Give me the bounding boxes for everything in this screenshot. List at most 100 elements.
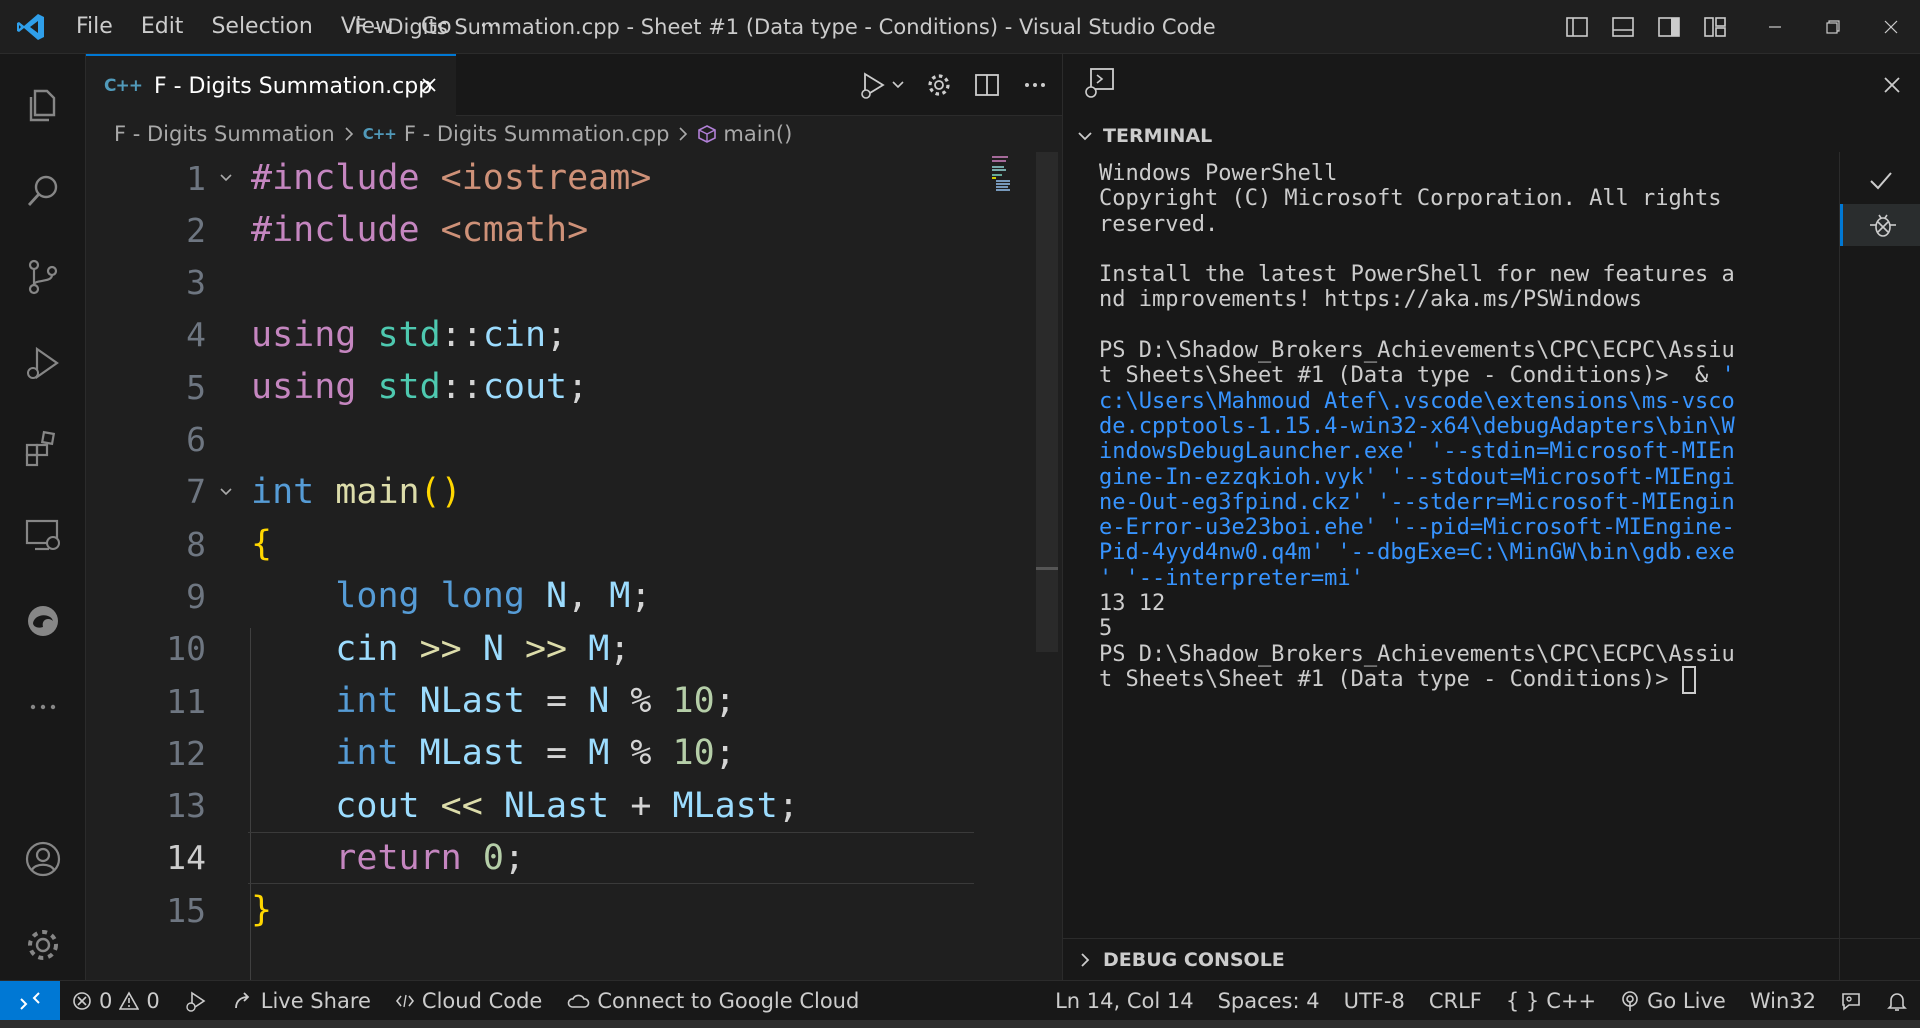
code-line[interactable]: 9 long long N, M;	[86, 570, 986, 622]
terminal-output[interactable]: Windows PowerShell Copyright (C) Microsof…	[1099, 158, 1829, 858]
editor-scrollbar[interactable]	[1036, 152, 1058, 652]
code-line[interactable]: 2 #include <cmath>	[86, 204, 986, 256]
code-line[interactable]: 8{	[86, 518, 986, 570]
code-line[interactable]: 11 int NLast = N % 10;	[86, 675, 986, 727]
breadcrumb-folder[interactable]: F - Digits Summation	[114, 122, 335, 146]
code-line[interactable]: 4 using std::cin;	[86, 309, 986, 361]
breadcrumb-symbol[interactable]: main()	[723, 122, 792, 146]
chevron-right-icon	[677, 125, 689, 143]
debug-console-section-header[interactable]: DEBUG CONSOLE	[1063, 938, 1920, 980]
source-control-icon[interactable]	[0, 234, 86, 320]
toggle-primary-sidebar-icon[interactable]	[1560, 10, 1594, 44]
extensions-icon[interactable]	[0, 406, 86, 492]
minimize-icon[interactable]	[1746, 0, 1804, 54]
search-icon[interactable]	[0, 148, 86, 234]
terminal-line: gine-In-ezzqkioh.vyk' '--stdout=Microsof…	[1099, 462, 1829, 490]
terminal-text: PS D:\Shadow_Brokers_Achievements\CPC\EC…	[1099, 641, 1735, 667]
notifications-bell-icon[interactable]	[1874, 981, 1920, 1021]
code-line[interactable]: 13 cout << NLast + MLast;	[86, 780, 986, 832]
code-line[interactable]: 5 using std::cout;	[86, 361, 986, 413]
code-text: return 0;	[251, 838, 525, 878]
code-line[interactable]: 3	[86, 257, 986, 309]
code-line[interactable]: 14 return 0;	[86, 832, 986, 884]
close-panel-icon[interactable]	[1875, 68, 1909, 102]
debug-terminal-icon[interactable]	[1840, 204, 1920, 246]
indentation[interactable]: Spaces: 4	[1206, 981, 1332, 1021]
google-cloud-button[interactable]: Connect to Google Cloud	[554, 981, 871, 1021]
code-token: ;	[546, 314, 568, 355]
braces-icon: { }	[1505, 989, 1540, 1013]
settings-gear-icon[interactable]	[922, 68, 956, 102]
code-token: >>	[524, 628, 589, 669]
menu-item-file[interactable]: File	[62, 0, 127, 54]
breadcrumb-file[interactable]: F - Digits Summation.cpp	[404, 122, 670, 146]
fold-chevron-down-icon[interactable]	[216, 484, 236, 500]
language-label: C++	[1546, 989, 1597, 1013]
terminal-debug-icon[interactable]	[1083, 66, 1117, 100]
code-token: ;	[609, 628, 631, 669]
remote-explorer-icon[interactable]	[0, 492, 86, 578]
close-tab-icon[interactable]	[416, 72, 442, 98]
menu-item-view[interactable]: View	[327, 0, 407, 54]
menu-item-edit[interactable]: Edit	[127, 0, 198, 54]
check-icon[interactable]	[1840, 160, 1920, 202]
cursor-position[interactable]: Ln 14, Col 14	[1043, 981, 1206, 1021]
close-window-icon[interactable]	[1862, 0, 1920, 54]
more-views-icon[interactable]	[0, 664, 86, 750]
code-token: main	[335, 471, 420, 512]
feedback-icon[interactable]	[1828, 981, 1874, 1021]
broadcast-icon	[1620, 990, 1640, 1012]
terminal-section-header[interactable]: TERMINAL	[1063, 120, 1920, 152]
code-token: ::	[440, 314, 483, 355]
toggle-secondary-sidebar-icon[interactable]	[1652, 10, 1686, 44]
menu-item-go[interactable]: Go	[407, 0, 466, 54]
split-editor-icon[interactable]	[970, 68, 1004, 102]
accounts-icon[interactable]	[0, 816, 86, 902]
code-token: 10	[672, 733, 715, 774]
menu-item-more[interactable]: ···	[466, 0, 515, 54]
platform-config[interactable]: Win32	[1738, 981, 1828, 1021]
run-and-debug-icon[interactable]	[0, 320, 86, 406]
debug-launch-button[interactable]	[172, 981, 220, 1021]
manage-gear-icon[interactable]	[0, 902, 86, 988]
code-text: int NLast = N % 10;	[251, 681, 735, 721]
tab-active-file[interactable]: C++ F - Digits Summation.cpp	[86, 54, 456, 116]
language-mode[interactable]: { } C++	[1494, 981, 1608, 1021]
remote-indicator-icon[interactable]	[0, 980, 60, 1021]
code-line[interactable]: 10 cin >> N >> M;	[86, 623, 986, 675]
code-text: {	[251, 524, 272, 564]
fold-chevron-down-icon[interactable]	[216, 170, 236, 186]
customize-layout-icon[interactable]	[1698, 10, 1732, 44]
problems-indicator[interactable]: 0 0	[60, 981, 172, 1021]
line-number: 3	[186, 263, 206, 303]
code-token: #include	[251, 210, 441, 251]
code-line[interactable]: 15}	[86, 884, 986, 936]
edge-devtools-icon[interactable]	[0, 578, 86, 664]
code-token: ::	[440, 367, 483, 408]
terminal-line: Install the latest PowerShell for new fe…	[1099, 259, 1829, 287]
encoding[interactable]: UTF-8	[1332, 981, 1417, 1021]
code-line[interactable]: 6	[86, 414, 986, 466]
more-actions-icon[interactable]	[1018, 68, 1052, 102]
restore-icon[interactable]	[1804, 0, 1862, 54]
terminal-text: Pid-4yyd4nw0.q4m' '--dbgExe=C:\MinGW\bin…	[1099, 540, 1735, 566]
live-share-label: Live Share	[260, 988, 371, 1013]
code-line[interactable]: 12 int MLast = M % 10;	[86, 727, 986, 779]
toggle-panel-icon[interactable]	[1606, 10, 1640, 44]
cpp-file-icon: C++	[362, 125, 397, 143]
code-line[interactable]: 1 #include <iostream>	[86, 152, 986, 204]
end-of-line[interactable]: CRLF	[1417, 981, 1494, 1021]
line-number: 9	[186, 576, 206, 616]
code-token: NLast	[503, 785, 631, 826]
live-share-button[interactable]: Live Share	[220, 981, 383, 1021]
go-live-button[interactable]: Go Live	[1608, 981, 1738, 1021]
explorer-icon[interactable]	[0, 62, 86, 148]
run-debug-file-icon[interactable]	[856, 68, 908, 102]
code-line[interactable]: 7 int main()	[86, 466, 986, 518]
terminal-line: reserved.	[1099, 209, 1829, 237]
code-editor[interactable]: 1 #include <iostream> 2 #include <cmath> 3 4 u…	[86, 152, 1046, 1004]
menu-item-selection[interactable]: Selection	[197, 0, 326, 54]
cloud-code-button[interactable]: Cloud Code	[383, 981, 554, 1021]
